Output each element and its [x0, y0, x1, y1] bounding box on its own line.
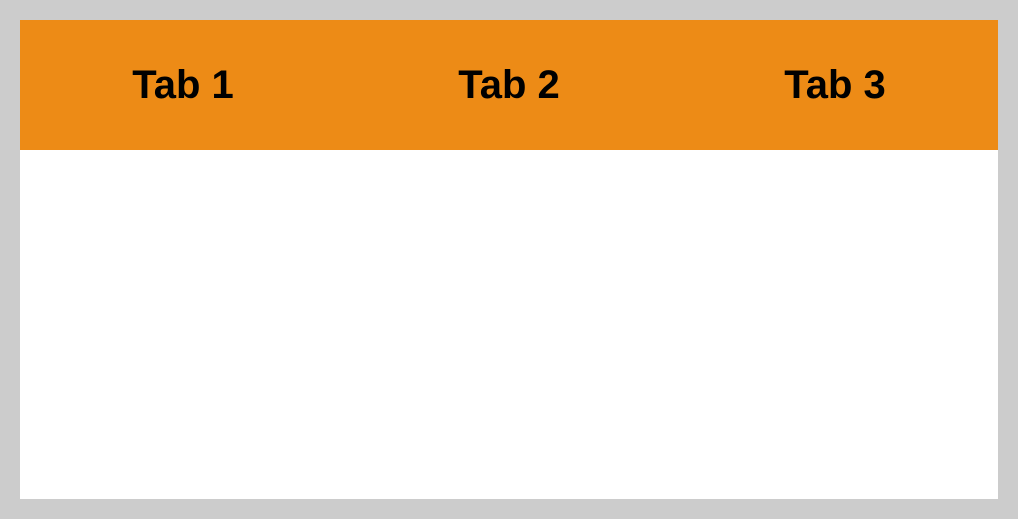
tab-2[interactable]: Tab 2 [346, 20, 672, 150]
tab-1-label: Tab 1 [132, 63, 234, 108]
tab-3[interactable]: Tab 3 [672, 20, 998, 150]
tab-2-label: Tab 2 [458, 63, 560, 108]
tab-content [20, 150, 998, 499]
tab-bar: Tab 1 Tab 2 Tab 3 [20, 20, 998, 150]
tab-1[interactable]: Tab 1 [20, 20, 346, 150]
main-container: Tab 1 Tab 2 Tab 3 [20, 20, 998, 499]
tab-3-label: Tab 3 [784, 63, 886, 108]
